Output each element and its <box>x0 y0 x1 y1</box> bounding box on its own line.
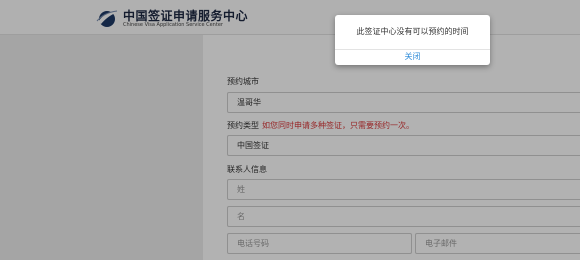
dialog-divider <box>335 49 490 50</box>
modal-backdrop[interactable] <box>0 0 580 260</box>
no-appointment-dialog: 此签证中心没有可以预约的时间 关闭 <box>335 15 490 65</box>
dialog-message: 此签证中心没有可以预约的时间 <box>356 27 469 36</box>
close-button[interactable]: 关闭 <box>335 51 490 63</box>
